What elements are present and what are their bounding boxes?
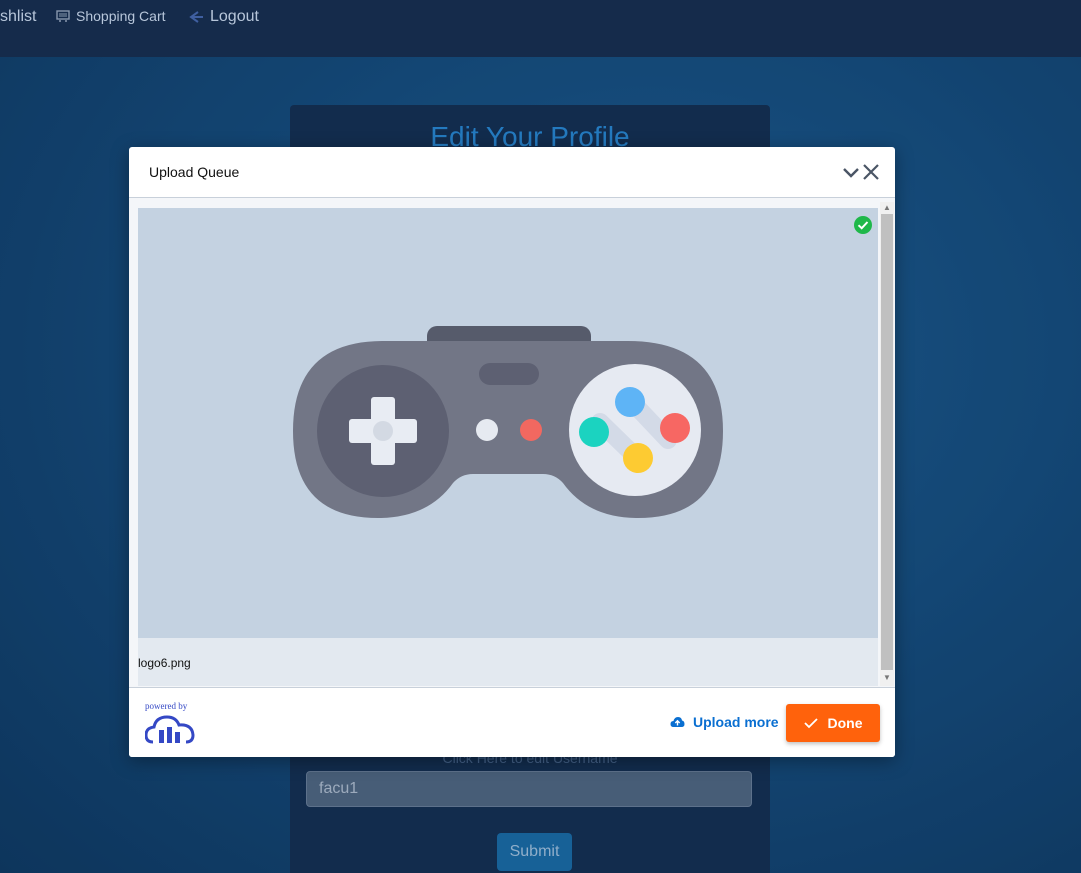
scroll-down-icon[interactable]: ▼ xyxy=(880,672,894,684)
queue-item: logo6.png xyxy=(138,208,878,686)
logout-icon xyxy=(189,11,203,23)
queue-scrollbar[interactable]: ▲ ▼ xyxy=(880,202,894,686)
chevron-down-icon[interactable] xyxy=(842,163,860,181)
modal-header: Upload Queue xyxy=(129,147,895,198)
cloud-brand-logo xyxy=(145,715,195,744)
upload-success-icon xyxy=(854,216,872,234)
nav-wishlist[interactable]: shlist xyxy=(0,8,36,26)
nav-logout-label: Logout xyxy=(210,8,259,25)
upload-queue-body: logo6.png ▲ ▼ xyxy=(129,198,895,688)
modal-footer: powered by Upload more Done xyxy=(129,687,895,757)
gamepad-image xyxy=(293,326,723,518)
upload-modal: Upload Queue logo6.png ▲ ▼ powered by Up… xyxy=(129,147,895,757)
done-label: Done xyxy=(827,715,863,731)
nav-logout[interactable]: Logout xyxy=(188,8,259,26)
image-preview xyxy=(138,208,878,638)
file-name: logo6.png xyxy=(138,656,191,670)
scroll-up-icon[interactable]: ▲ xyxy=(880,202,894,214)
checkmark-icon xyxy=(803,718,818,729)
nav-wishlist-label: shlist xyxy=(0,8,37,25)
nav-shopping-cart[interactable]: Shopping Cart xyxy=(56,8,166,24)
upload-more-label: Upload more xyxy=(693,714,779,730)
shopping-cart-icon xyxy=(56,10,70,22)
upload-more-button[interactable]: Upload more xyxy=(670,714,779,730)
top-navigation: shlist Shopping Cart Logout xyxy=(0,0,1081,57)
powered-by-label: powered by xyxy=(145,701,188,711)
nav-shopping-cart-label: Shopping Cart xyxy=(76,8,166,24)
close-icon[interactable] xyxy=(862,163,880,181)
modal-title: Upload Queue xyxy=(149,164,240,180)
cloud-upload-icon xyxy=(670,717,685,727)
done-button[interactable]: Done xyxy=(786,704,880,742)
scrollbar-thumb[interactable] xyxy=(881,214,893,670)
